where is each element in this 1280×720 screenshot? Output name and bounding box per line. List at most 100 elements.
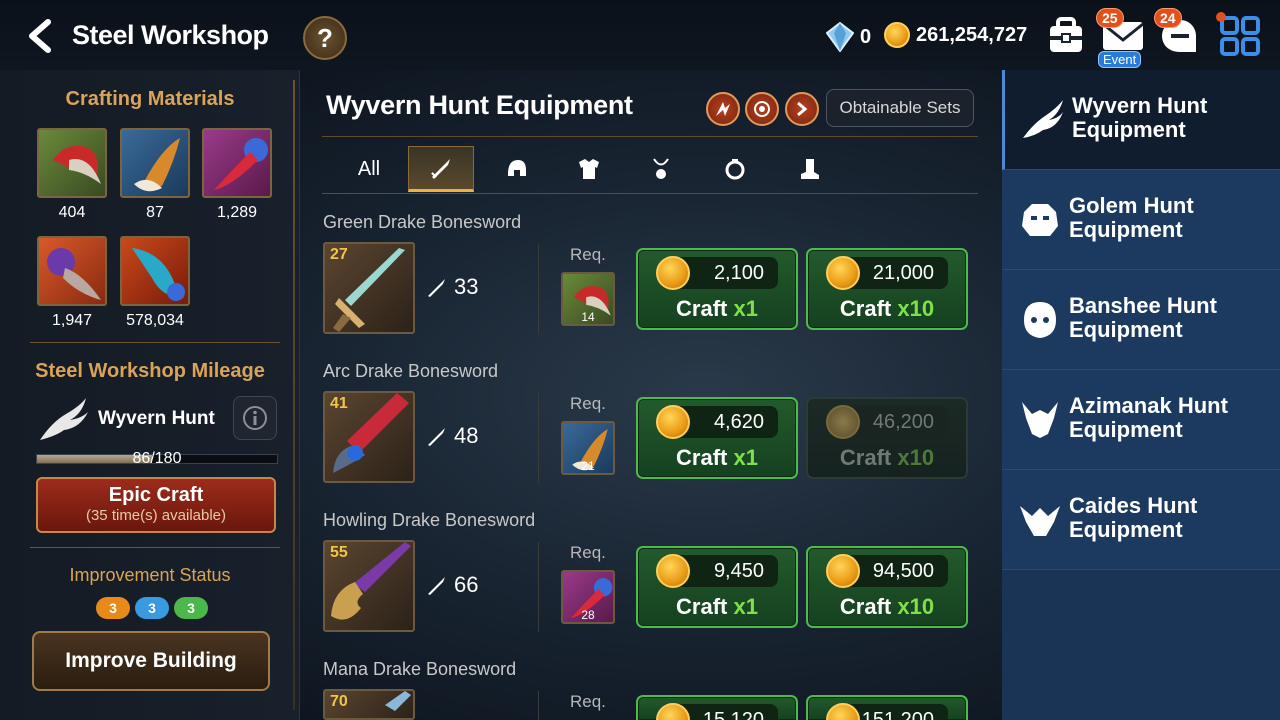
attack-value: 33: [454, 274, 479, 299]
epic-craft-label: Epic Craft: [108, 484, 204, 506]
sidebar-item-label: Azimanak Hunt Equipment: [1069, 393, 1228, 442]
divider: [30, 342, 280, 343]
price-value: 94,500: [872, 559, 934, 582]
top-bar: Steel Workshop ? 0 261,254,727 25 Event: [0, 0, 1280, 70]
material-icon: [120, 236, 190, 306]
set-title: Wyvern Hunt Equipment: [326, 90, 633, 120]
material-icon: [202, 128, 272, 198]
gold-icon: [826, 703, 860, 720]
tab-all[interactable]: All: [336, 146, 402, 192]
back-button[interactable]: [22, 16, 62, 56]
menu-button[interactable]: [1216, 12, 1264, 60]
item-name: Mana Drake Bonesword: [323, 659, 517, 679]
craft-x10-button[interactable]: 21,000 Craft x10: [806, 248, 968, 330]
tab-ring[interactable]: [702, 146, 768, 192]
craft-x10-button[interactable]: 46,200 Craft x10: [806, 397, 968, 479]
tab-all-label: All: [357, 157, 381, 180]
required-material[interactable]: 14: [561, 272, 615, 326]
wyvern-icon: [40, 398, 88, 440]
left-panel: Crafting Materials 404 87 1,289 1,947 57…: [0, 70, 300, 720]
material-slot[interactable]: 578,034: [120, 236, 190, 330]
material-slot[interactable]: 1,947: [37, 236, 107, 330]
price-value: 15,120: [702, 708, 764, 720]
gold-icon: [656, 703, 690, 720]
set-filter-attack[interactable]: [706, 92, 740, 126]
set-filter-defense[interactable]: [745, 92, 779, 126]
craft-x1-button[interactable]: 2,100 Craft x1: [636, 248, 798, 330]
tab-boots[interactable]: [776, 146, 842, 192]
sidebar-item-banshee-hunt[interactable]: Banshee Hunt Equipment: [1002, 270, 1280, 370]
material-slot[interactable]: 87: [120, 128, 190, 222]
sidebar-item-wyvern-hunt[interactable]: Wyvern Hunt Equipment: [1002, 70, 1280, 170]
craft-label: Craft x1: [676, 296, 758, 321]
item-level: 41: [330, 395, 348, 412]
item-level: 27: [330, 246, 348, 263]
attack-value: 48: [454, 423, 479, 448]
set-filter-speed[interactable]: [785, 92, 819, 126]
material-slot[interactable]: 1,289: [202, 128, 272, 222]
craft-label: Craft x10: [839, 594, 935, 619]
info-icon: [243, 406, 267, 430]
info-button[interactable]: [233, 396, 277, 440]
sidebar-item-golem-hunt[interactable]: Golem Hunt Equipment: [1002, 170, 1280, 270]
item-icon[interactable]: 70: [323, 689, 415, 720]
divider: [538, 244, 539, 334]
item-icon[interactable]: 55: [323, 540, 415, 632]
epic-craft-button[interactable]: Epic Craft (35 time(s) available): [36, 477, 276, 533]
mail-button[interactable]: 25 Event: [1096, 8, 1146, 68]
craft-x1-button[interactable]: 15,120: [636, 695, 798, 720]
improve-building-button[interactable]: Improve Building: [32, 631, 270, 691]
chat-button[interactable]: 24: [1154, 8, 1204, 60]
attack-icon: [428, 428, 445, 446]
item-level: 55: [330, 544, 348, 561]
tab-necklace[interactable]: [628, 146, 694, 192]
item-name: Arc Drake Bonesword: [323, 361, 499, 381]
gold-icon: [656, 256, 690, 290]
sidebar-item-caides-hunt[interactable]: Caides Hunt Equipment: [1002, 470, 1280, 570]
price: 46,200: [826, 405, 948, 439]
help-button[interactable]: ?: [303, 16, 347, 60]
craft-x1-button[interactable]: 4,620 Craft x1: [636, 397, 798, 479]
required-count: 21: [581, 459, 595, 473]
material-icon: [37, 236, 107, 306]
inventory-button[interactable]: [1044, 14, 1090, 60]
price: 2,100: [656, 256, 778, 290]
crit-icon: [716, 102, 730, 116]
attack-icon: [428, 279, 445, 297]
obtainable-sets-button[interactable]: Obtainable Sets: [826, 89, 974, 127]
craft-x10-button[interactable]: 151,200: [806, 695, 968, 720]
mail-badge: 25: [1096, 8, 1124, 28]
improvement-level-badge: 3: [174, 597, 208, 619]
item-icon[interactable]: 27: [323, 242, 415, 334]
gold-counter[interactable]: 261,254,727: [884, 22, 1027, 48]
notification-dot: [1216, 12, 1226, 22]
material-slot[interactable]: 404: [37, 128, 107, 222]
required-material[interactable]: 28: [561, 570, 615, 624]
sidebar-item-label: Wyvern Hunt Equipment: [1072, 93, 1208, 142]
price-value: 46,200: [872, 410, 934, 433]
tab-armor[interactable]: [556, 146, 622, 192]
price-value: 21,000: [872, 261, 934, 284]
gold-icon: [826, 256, 860, 290]
mileage-progress-text: 86/180: [132, 450, 182, 467]
crystal-counter[interactable]: 0: [826, 22, 871, 52]
necklace-icon: [653, 158, 669, 179]
divider: [538, 691, 539, 720]
req-label: Req.: [570, 692, 606, 711]
item-icon[interactable]: 41: [323, 391, 415, 483]
req-label: Req.: [570, 245, 606, 264]
required-material[interactable]: 21: [561, 421, 615, 475]
craft-x1-button[interactable]: 9,450 Craft x1: [636, 546, 798, 628]
tab-weapon[interactable]: [408, 146, 474, 192]
price: 9,450: [656, 554, 778, 588]
price: 94,500: [826, 554, 948, 588]
mileage-name: Wyvern Hunt: [98, 408, 215, 429]
banshee-icon: [1024, 302, 1056, 338]
craft-label: Craft x10: [839, 445, 935, 470]
tab-helmet[interactable]: [484, 146, 550, 192]
craft-x10-button[interactable]: 94,500 Craft x10: [806, 546, 968, 628]
material-count: 87: [146, 204, 164, 221]
material-count: 404: [58, 204, 86, 221]
grid-menu-icon: [1220, 16, 1260, 56]
sidebar-item-azimanak-hunt[interactable]: Azimanak Hunt Equipment: [1002, 370, 1280, 470]
